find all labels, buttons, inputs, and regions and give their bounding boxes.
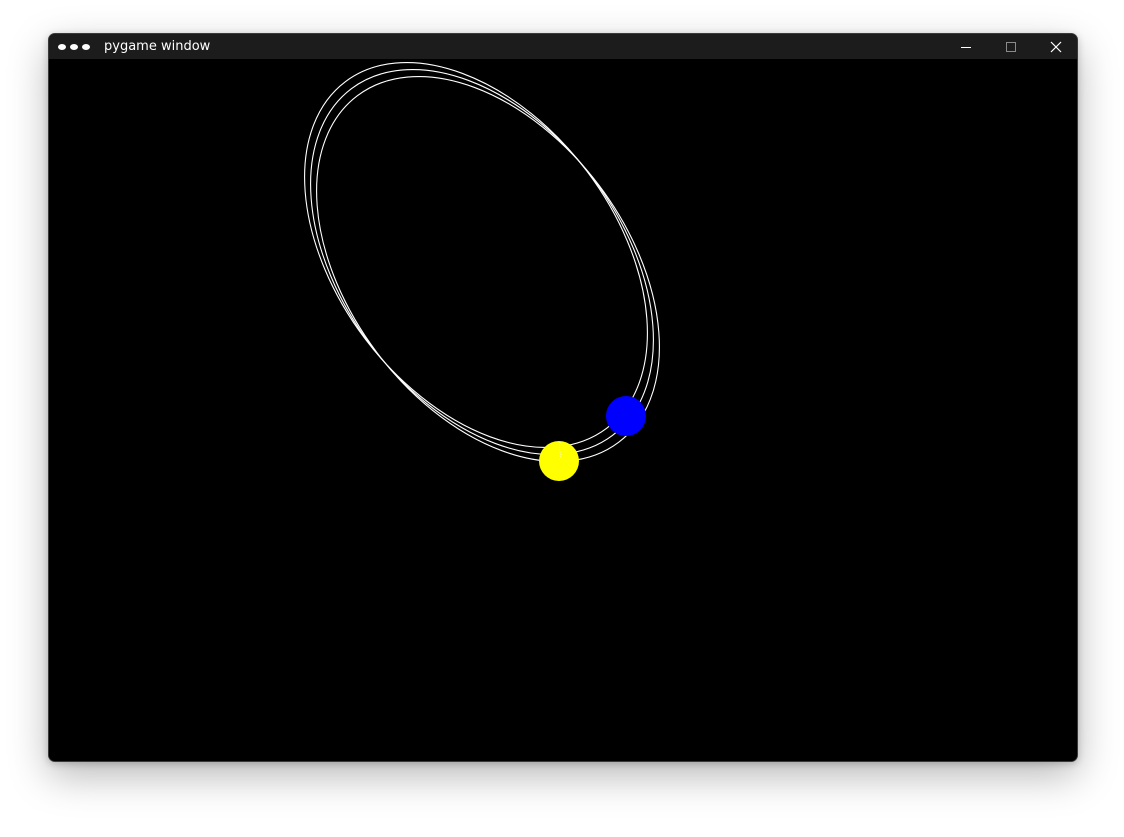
planet bbox=[606, 396, 646, 436]
orbit-trail bbox=[316, 76, 660, 462]
maximize-button[interactable] bbox=[988, 34, 1033, 59]
pygame-window: pygame window bbox=[48, 33, 1078, 762]
close-button[interactable] bbox=[1033, 34, 1077, 59]
orbit-trails bbox=[304, 62, 660, 462]
simulation-scene bbox=[304, 62, 660, 481]
title-bar[interactable]: pygame window bbox=[49, 34, 1077, 59]
window-title: pygame window bbox=[104, 39, 211, 54]
maximize-icon bbox=[1005, 41, 1016, 52]
minimize-button[interactable] bbox=[943, 34, 988, 59]
close-icon bbox=[1050, 41, 1061, 52]
game-canvas[interactable] bbox=[49, 59, 1077, 761]
dots-icon bbox=[58, 43, 92, 51]
orbit-trail bbox=[304, 62, 648, 448]
minimize-icon bbox=[960, 46, 971, 48]
